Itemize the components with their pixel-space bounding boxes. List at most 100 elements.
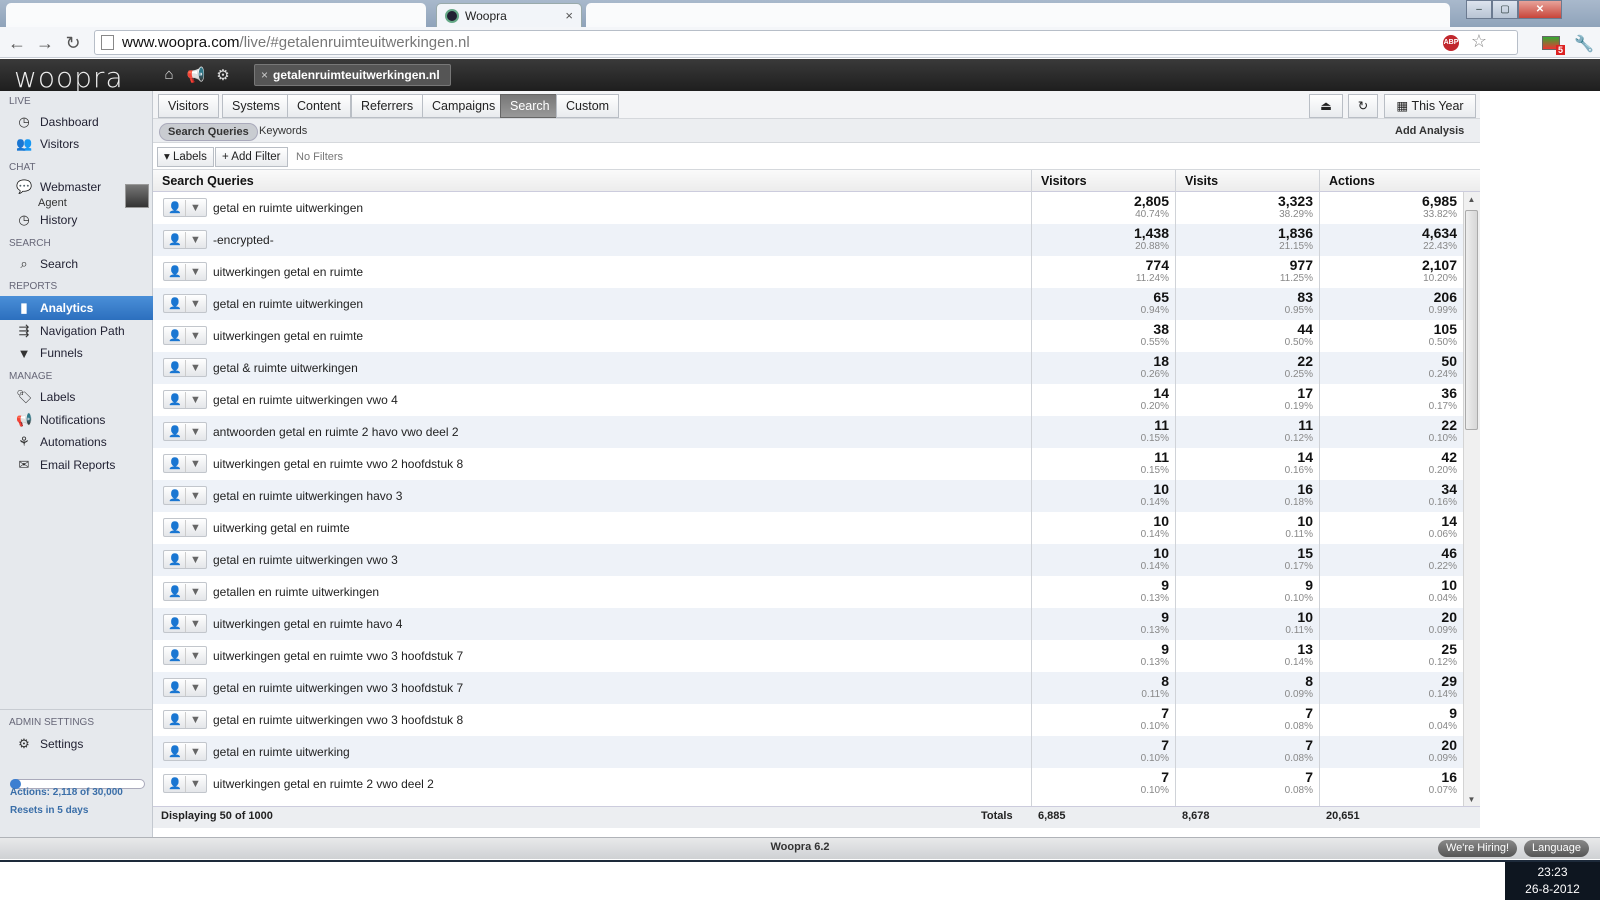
tab-systems[interactable]: Systems <box>222 94 290 118</box>
table-row[interactable]: 👤 ▼ getal en ruimte uitwerkingen 2,805 40.74… <box>153 192 1463 224</box>
sidebar-item-automations[interactable]: ⚘ Automations <box>0 431 153 453</box>
filter-icon[interactable]: ▼ <box>185 520 205 536</box>
table-row[interactable]: 👤 ▼ uitwerkingen getal en ruimte havo 4 9 0.… <box>153 608 1463 640</box>
language-button[interactable]: Language <box>1524 840 1589 857</box>
visitors-icon[interactable]: 👤 <box>165 296 185 312</box>
table-row[interactable]: 👤 ▼ getal en ruimte uitwerking 7 0.10% 7 0.08%… <box>153 736 1463 768</box>
subtab-search-queries[interactable]: Search Queries <box>159 123 258 141</box>
search-query[interactable]: uitwerking getal en ruimte <box>213 521 350 535</box>
sidebar-item-settings[interactable]: ⚙ Settings <box>0 733 153 755</box>
taskbar-clock[interactable]: 23:23 26-8-2012 <box>1505 862 1600 900</box>
filter-icon[interactable]: ▼ <box>185 360 205 376</box>
sidebar-item-notifications[interactable]: 📢 Notifications <box>0 409 153 431</box>
filter-icon[interactable]: ▼ <box>185 712 205 728</box>
filter-icon[interactable]: ▼ <box>185 392 205 408</box>
search-query[interactable]: getal en ruimte uitwerking <box>213 745 350 759</box>
filter-icon[interactable]: ▼ <box>185 584 205 600</box>
table-row[interactable]: 👤 ▼ uitwerkingen getal en ruimte 774 11.24% 9… <box>153 256 1463 288</box>
reload-icon[interactable]: ↻ <box>62 32 84 54</box>
gear-icon[interactable]: ⚙ <box>212 66 234 86</box>
search-query[interactable]: getal en ruimte uitwerkingen <box>213 297 363 311</box>
table-row[interactable]: 👤 ▼ uitwerkingen getal en ruimte vwo 2 hoo… <box>153 448 1463 480</box>
hiring-button[interactable]: We're Hiring! <box>1438 840 1518 857</box>
filter-icon[interactable]: ▼ <box>185 616 205 632</box>
maximize-button[interactable]: ▢ <box>1492 0 1518 19</box>
visitors-icon[interactable]: 👤 <box>165 712 185 728</box>
visitors-icon[interactable]: 👤 <box>165 264 185 280</box>
extension-icon[interactable]: 5 <box>1542 36 1565 55</box>
filter-icon[interactable]: ▼ <box>185 424 205 440</box>
tab-content[interactable]: Content <box>287 94 351 118</box>
scroll-up-icon[interactable]: ▲ <box>1465 195 1478 207</box>
visitors-icon[interactable]: 👤 <box>165 328 185 344</box>
visitors-icon[interactable]: 👤 <box>165 424 185 440</box>
visitors-icon[interactable]: 👤 <box>165 392 185 408</box>
column-header-visits[interactable]: Visits <box>1178 170 1218 192</box>
table-row[interactable]: 👤 ▼ getallen en ruimte uitwerkingen 9 0.13% 9… <box>153 576 1463 608</box>
sidebar-item-labels[interactable]: 🏷 Labels <box>0 386 153 408</box>
table-row[interactable]: 👤 ▼ -encrypted- 1,438 20.88% 1,836 21.15% 4,634… <box>153 224 1463 256</box>
date-range-button[interactable]: ▦ This Year <box>1384 94 1476 118</box>
site-close-icon[interactable]: × <box>261 68 268 82</box>
visitors-icon[interactable]: 👤 <box>165 200 185 216</box>
subtab-keywords[interactable]: Keywords <box>251 123 315 141</box>
sidebar-item-history[interactable]: ◷ History <box>0 209 153 231</box>
table-row[interactable]: 👤 ▼ antwoorden getal en ruimte 2 havo vwo … <box>153 416 1463 448</box>
sidebar-item-dashboard[interactable]: ◷ Dashboard <box>0 111 153 133</box>
search-query[interactable]: getal & ruimte uitwerkingen <box>213 361 358 375</box>
table-row[interactable]: 👤 ▼ getal en ruimte uitwerkingen vwo 3 hoo… <box>153 704 1463 736</box>
sidebar-item-search[interactable]: ⌕ Search <box>0 253 153 275</box>
add-analysis-link[interactable]: Add Analysis <box>1395 125 1464 137</box>
sidebar-item-navigation-path[interactable]: ⇶ Navigation Path <box>0 320 153 342</box>
sidebar-item-analytics[interactable]: ▮ Analytics <box>0 296 153 320</box>
visitors-icon[interactable]: 👤 <box>165 616 185 632</box>
filter-icon[interactable]: ▼ <box>185 328 205 344</box>
search-query[interactable]: getal en ruimte uitwerkingen vwo 3 <box>213 553 398 567</box>
table-row[interactable]: 👤 ▼ getal en ruimte uitwerkingen 65 0.94% 83 0… <box>153 288 1463 320</box>
search-query[interactable]: getallen en ruimte uitwerkingen <box>213 585 379 599</box>
search-query[interactable]: -encrypted- <box>213 233 274 247</box>
table-row[interactable]: 👤 ▼ uitwerkingen getal en ruimte 38 0.55% 44 0… <box>153 320 1463 352</box>
search-query[interactable]: getal en ruimte uitwerkingen vwo 3 hoofd… <box>213 713 463 727</box>
search-query[interactable]: uitwerkingen getal en ruimte 2 vwo deel … <box>213 777 434 791</box>
search-query[interactable]: getal en ruimte uitwerkingen vwo 3 hoofd… <box>213 681 463 695</box>
search-query[interactable]: uitwerkingen getal en ruimte havo 4 <box>213 617 402 631</box>
home-icon[interactable]: ⌂ <box>158 66 180 86</box>
bookmark-star-icon[interactable]: ☆ <box>1471 31 1487 52</box>
browser-tab-other[interactable] <box>586 3 1450 27</box>
megaphone-icon[interactable]: 📢 <box>185 66 207 86</box>
visitors-icon[interactable]: 👤 <box>165 520 185 536</box>
window-close-button[interactable]: ✕ <box>1518 0 1562 19</box>
tab-visitors[interactable]: Visitors <box>158 94 219 118</box>
visitors-icon[interactable]: 👤 <box>165 456 185 472</box>
browser-tab-blank[interactable] <box>6 3 426 27</box>
tab-custom[interactable]: Custom <box>556 94 620 118</box>
visitors-icon[interactable]: 👤 <box>165 584 185 600</box>
search-query[interactable]: uitwerkingen getal en ruimte vwo 3 hoofd… <box>213 649 463 663</box>
visitors-icon[interactable]: 👤 <box>165 680 185 696</box>
scrollbar-thumb[interactable] <box>1465 210 1478 430</box>
visitors-icon[interactable]: 👤 <box>165 648 185 664</box>
visitors-icon[interactable]: 👤 <box>165 744 185 760</box>
search-query[interactable]: uitwerkingen getal en ruimte <box>213 329 363 343</box>
filter-icon[interactable]: ▼ <box>185 648 205 664</box>
sidebar-item-email-reports[interactable]: ✉ Email Reports <box>0 454 153 476</box>
add-filter-button[interactable]: + Add Filter <box>215 147 288 167</box>
search-query[interactable]: uitwerkingen getal en ruimte <box>213 265 363 279</box>
forward-arrow-icon[interactable]: → <box>34 32 56 54</box>
back-arrow-icon[interactable]: ← <box>6 32 28 54</box>
site-selector[interactable]: × getalenruimteuitwerkingen.nl <box>254 64 451 86</box>
visitors-icon[interactable]: 👤 <box>165 360 185 376</box>
search-query[interactable]: getal en ruimte uitwerkingen vwo 4 <box>213 393 398 407</box>
search-query[interactable]: antwoorden getal en ruimte 2 havo vwo de… <box>213 425 459 439</box>
tab-close-icon[interactable]: × <box>565 8 573 23</box>
table-row[interactable]: 👤 ▼ getal & ruimte uitwerkingen 18 0.26% 22 0.… <box>153 352 1463 384</box>
filter-icon[interactable]: ▼ <box>185 264 205 280</box>
column-header-search-queries[interactable]: Search Queries <box>155 170 254 192</box>
tab-search[interactable]: Search <box>500 94 560 118</box>
browser-tab-woopra[interactable]: Woopra × <box>436 3 582 27</box>
filter-icon[interactable]: ▼ <box>185 552 205 568</box>
export-icon[interactable]: ⏏ <box>1309 94 1343 118</box>
labels-dropdown[interactable]: ▾ Labels <box>157 147 214 167</box>
table-row[interactable]: 👤 ▼ getal en ruimte uitwerkingen vwo 3 hoo… <box>153 672 1463 704</box>
